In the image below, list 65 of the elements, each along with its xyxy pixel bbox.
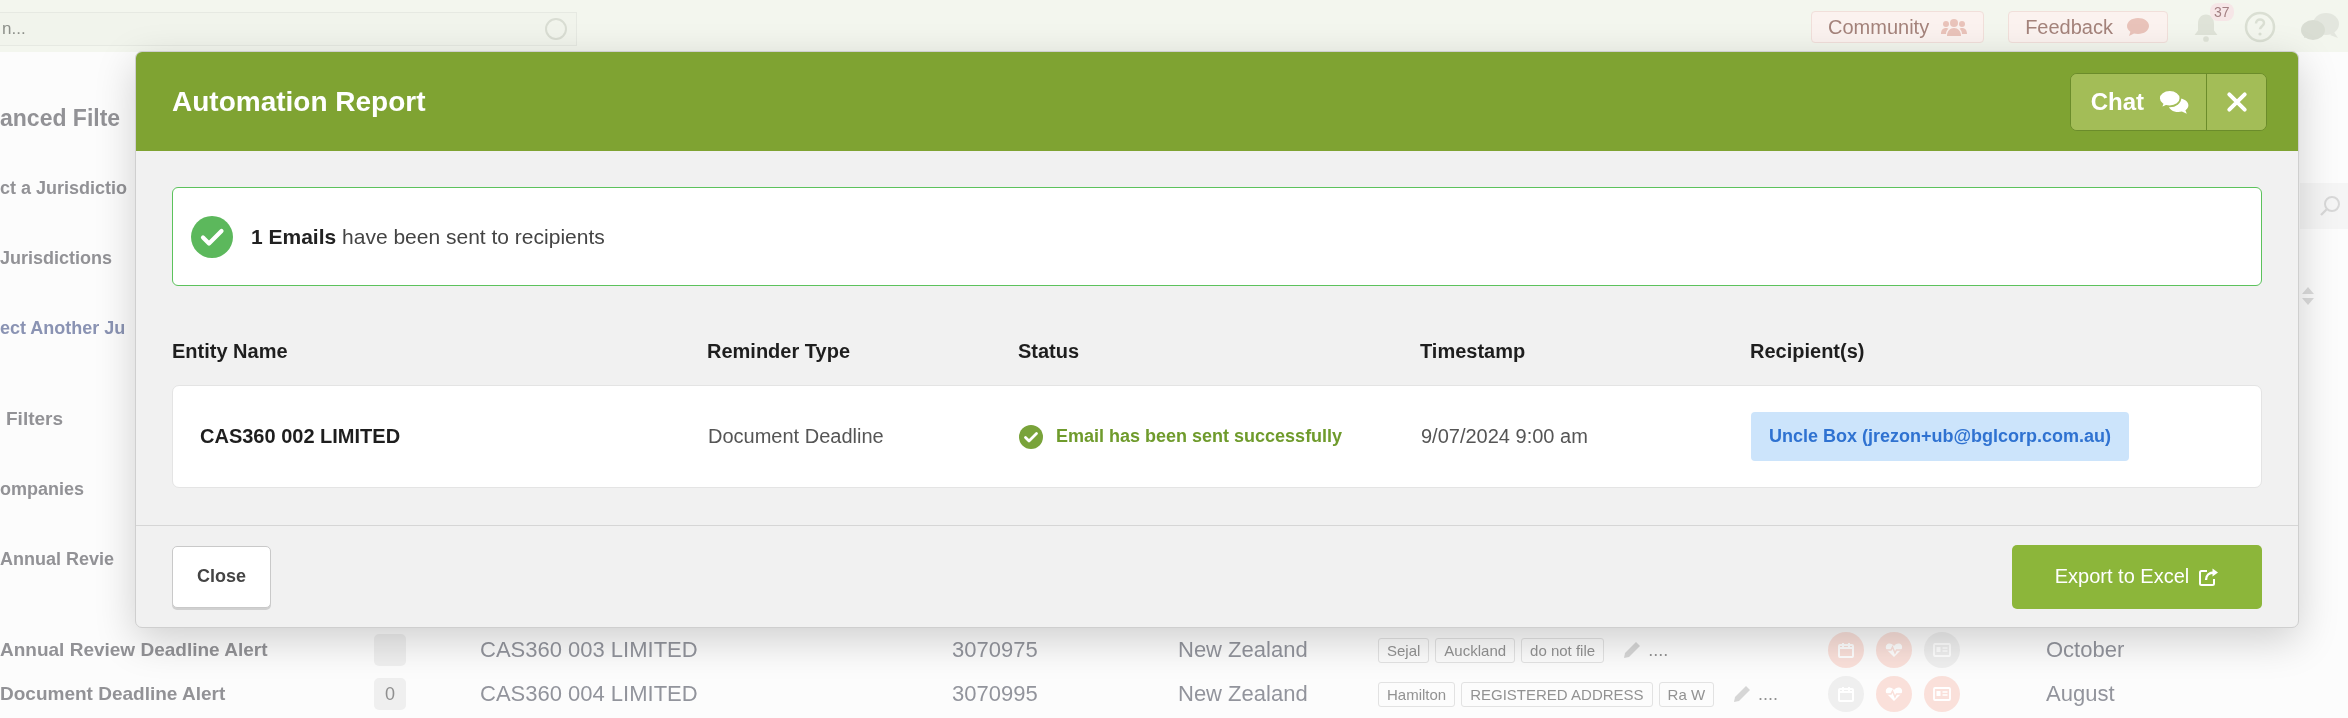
sidebar-text: Jurisdictions — [0, 247, 113, 269]
search-field[interactable] — [2300, 183, 2348, 229]
more-text[interactable]: .... — [1758, 683, 1779, 705]
status-text: Email has been sent successfully — [1056, 426, 1343, 447]
share-icon — [2199, 566, 2220, 587]
reminder-type: Document Deadline — [708, 425, 884, 448]
company-name[interactable]: CAS360 003 LIMITED — [480, 637, 698, 663]
sidebar-text: anced Filte — [0, 104, 121, 132]
search-field[interactable]: n... — [0, 12, 577, 46]
more-text[interactable]: .... — [1648, 639, 1669, 661]
check-circle-icon — [1019, 424, 1043, 449]
tag: Sejal — [1378, 637, 1430, 663]
pencil-icon[interactable] — [1732, 684, 1753, 704]
top-bar-button[interactable]: Feedback — [2008, 11, 2168, 43]
column-header: Status — [1018, 340, 1080, 362]
chat-bubble-icon — [2125, 17, 2151, 37]
top-bar-button[interactable]: Community — [1811, 11, 1985, 43]
count-badge[interactable]: 0 — [374, 678, 406, 710]
square-badge-icon[interactable] — [374, 634, 406, 666]
export-button[interactable]: Export to Excel — [2012, 544, 2262, 609]
people-icon — [1941, 17, 1968, 37]
company-number: 3070995 — [952, 681, 1038, 707]
sidebar-text: ct a Jurisdictio — [0, 177, 128, 199]
company-name[interactable]: CAS360 004 LIMITED — [480, 681, 698, 707]
ring-icon — [544, 17, 568, 41]
tag: Hamilton — [1378, 681, 1456, 707]
heartbeat-icon[interactable] — [1876, 632, 1912, 668]
country-name: New Zealand — [1178, 637, 1308, 663]
timestamp: 9/07/2024 9:00 am — [1421, 425, 1588, 448]
country-name: New Zealand — [1178, 681, 1308, 707]
column-header: Reminder Type — [707, 340, 850, 362]
pencil-icon[interactable] — [1622, 640, 1643, 660]
company-number: 3070975 — [952, 637, 1038, 663]
check-circle-icon — [191, 215, 233, 258]
chat-icon — [2158, 88, 2190, 115]
close-button[interactable]: Close — [172, 545, 271, 608]
sidebar-text[interactable]: ect Another Ju — [0, 317, 126, 339]
notification-badge: 37 — [2210, 3, 2234, 21]
column-header: Entity Name — [172, 340, 288, 362]
id-card-icon[interactable] — [1924, 632, 1960, 668]
tag: Ra W — [1658, 681, 1715, 707]
reminder-name: Annual Review Deadline Alert — [0, 639, 268, 661]
recipient-tag: Uncle Box (jrezon+ub@bglcorp.com.au) — [1751, 412, 2130, 461]
id-card-icon[interactable] — [1924, 676, 1960, 712]
calendar-icon[interactable] — [1828, 632, 1864, 668]
heartbeat-icon[interactable] — [1876, 676, 1912, 712]
alert-message: 1 Emails have been sent to recipients — [251, 224, 605, 249]
close-icon — [2225, 90, 2248, 113]
modal-title: Automation Report — [172, 85, 426, 118]
help-icon[interactable] — [2244, 11, 2276, 43]
entity-name: CAS360 002 LIMITED — [200, 425, 401, 448]
close-button[interactable] — [2206, 73, 2266, 130]
tag: REGISTERED ADDRESS — [1461, 681, 1653, 707]
reminder-name: Document Deadline Alert — [0, 683, 226, 705]
sort-icon[interactable] — [2302, 287, 2314, 305]
search-icon — [2318, 194, 2342, 218]
sidebar-text: Annual Revie — [0, 548, 115, 570]
column-header: Recipient(s) — [1750, 340, 1865, 362]
sidebar-text: ompanies — [0, 478, 85, 500]
column-header: Timestamp — [1420, 340, 1526, 362]
tag: do not file — [1521, 637, 1605, 663]
month-text: August — [2046, 681, 2115, 707]
tag: Auckland — [1435, 637, 1516, 663]
sidebar-text: Filters — [6, 408, 64, 430]
month-text: October — [2046, 637, 2125, 663]
